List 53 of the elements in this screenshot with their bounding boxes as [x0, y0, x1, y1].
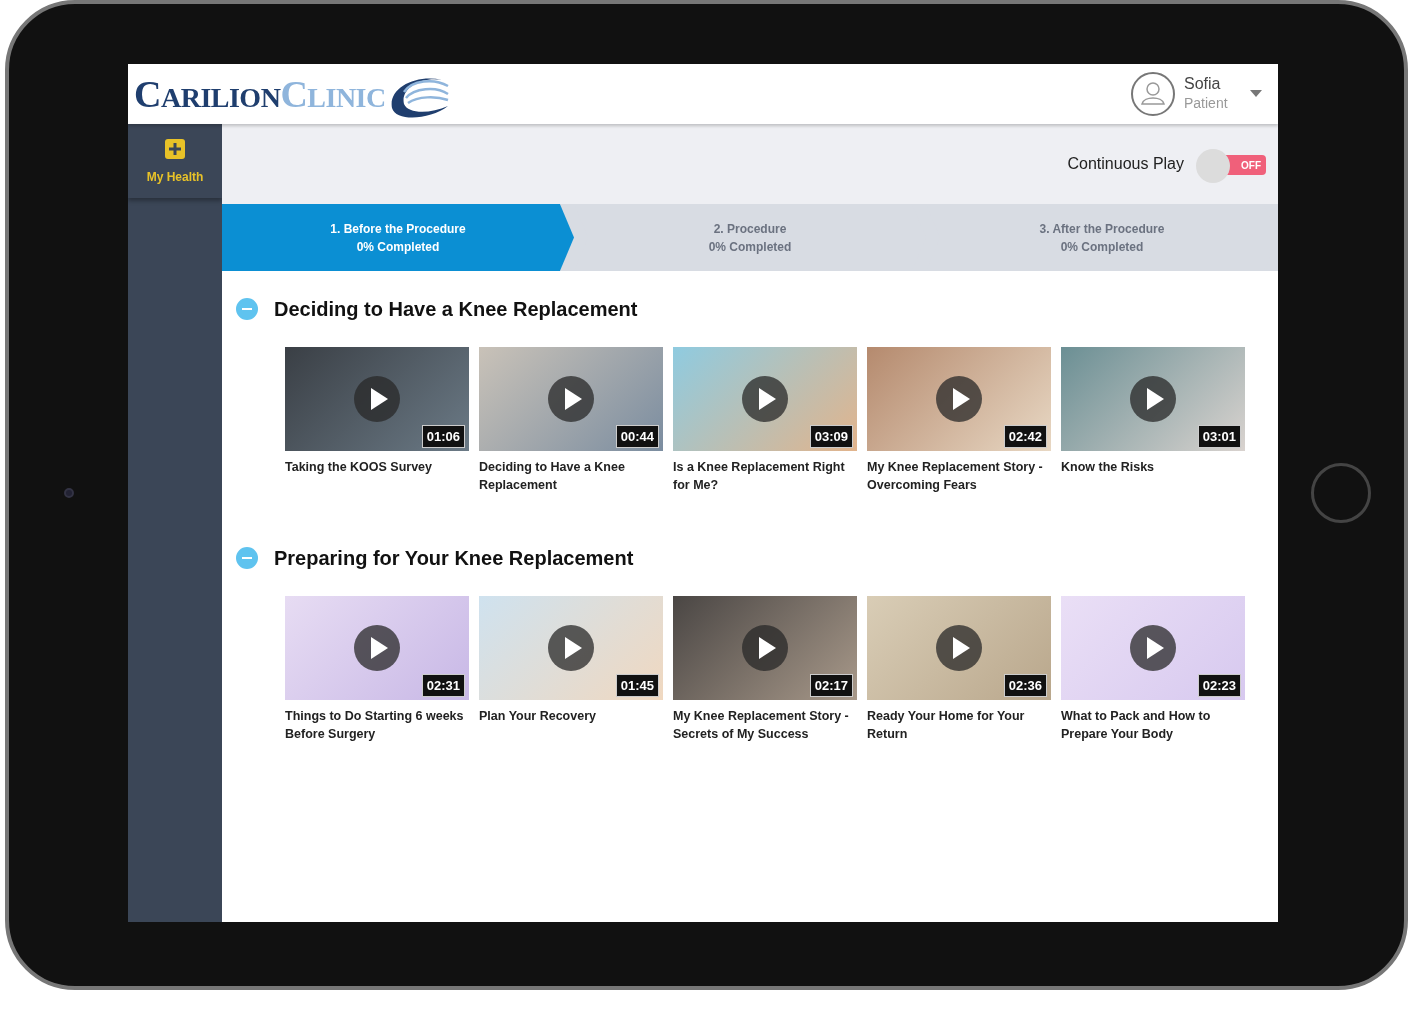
video-thumbnail[interactable]: 02:31	[285, 596, 469, 700]
play-icon[interactable]	[936, 376, 982, 422]
plus-icon	[164, 138, 186, 160]
play-icon[interactable]	[548, 625, 594, 671]
video-duration: 02:31	[421, 673, 465, 697]
video-duration: 03:01	[1197, 424, 1241, 448]
play-icon[interactable]	[742, 376, 788, 422]
video-duration: 02:23	[1197, 673, 1241, 697]
video-title[interactable]: Ready Your Home for Your Return	[867, 708, 1051, 743]
play-icon[interactable]	[742, 625, 788, 671]
section-title: Preparing for Your Knee Replacement	[274, 546, 634, 570]
user-name: Sofia	[1184, 73, 1222, 94]
sidebar-item[interactable]: My Health	[128, 124, 222, 198]
play-icon[interactable]	[936, 625, 982, 671]
video-title[interactable]: What to Pack and How to Prepare Your Body	[1061, 708, 1245, 743]
video-thumbnail[interactable]: 02:23	[1061, 596, 1245, 700]
video-title[interactable]: Plan Your Recovery	[479, 708, 663, 726]
play-icon[interactable]	[354, 625, 400, 671]
video-thumbnail[interactable]: 02:42	[867, 347, 1051, 451]
video-thumbnail[interactable]: 03:01	[1061, 347, 1245, 451]
avatar-icon	[1130, 71, 1176, 117]
video-title[interactable]: My Knee Replacement Story - Overcoming Fears	[867, 459, 1051, 494]
video-duration: 02:36	[1003, 673, 1047, 697]
video-title[interactable]: My Knee Replacement Story - Secrets of My Success	[673, 708, 857, 743]
play-icon[interactable]	[548, 376, 594, 422]
caret-icon	[1250, 90, 1262, 98]
video-duration: 02:17	[809, 673, 853, 697]
video-duration: 01:06	[421, 424, 465, 448]
continuous-play-label: Continuous Play	[1067, 154, 1184, 174]
video-thumbnail[interactable]: 00:44	[479, 347, 663, 451]
user-menu[interactable]: Sofia Patient	[1124, 70, 1268, 118]
video-title[interactable]: Deciding to Have a Knee Replacement	[479, 459, 663, 494]
section-title: Deciding to Have a Knee Replacement	[274, 297, 638, 321]
step-tab[interactable]: 1. Before the Procedure 0% Completed	[222, 204, 574, 271]
user-role: Patient	[1184, 94, 1229, 114]
video-title[interactable]: Know the Risks	[1061, 459, 1245, 477]
video-duration: 00:44	[615, 424, 659, 448]
video-thumbnail[interactable]: 01:45	[479, 596, 663, 700]
video-thumbnail[interactable]: 01:06	[285, 347, 469, 451]
video-duration: 03:09	[809, 424, 853, 448]
logo: CARILIONCLINIC	[134, 65, 450, 123]
camera-icon	[63, 488, 74, 498]
video-duration: 02:42	[1003, 424, 1047, 448]
play-icon[interactable]	[354, 376, 400, 422]
video-title[interactable]: Is a Knee Replacement Right for Me?	[673, 459, 857, 494]
video-title[interactable]: Things to Do Starting 6 weeks Before Surgery	[285, 708, 469, 743]
video-thumbnail[interactable]: 03:09	[673, 347, 857, 451]
play-icon[interactable]	[1130, 376, 1176, 422]
video-title[interactable]: Taking the KOOS Survey	[285, 459, 469, 477]
video-thumbnail[interactable]: 02:17	[673, 596, 857, 700]
play-icon[interactable]	[1130, 625, 1176, 671]
video-thumbnail[interactable]: 02:36	[867, 596, 1051, 700]
video-duration: 01:45	[615, 673, 659, 697]
